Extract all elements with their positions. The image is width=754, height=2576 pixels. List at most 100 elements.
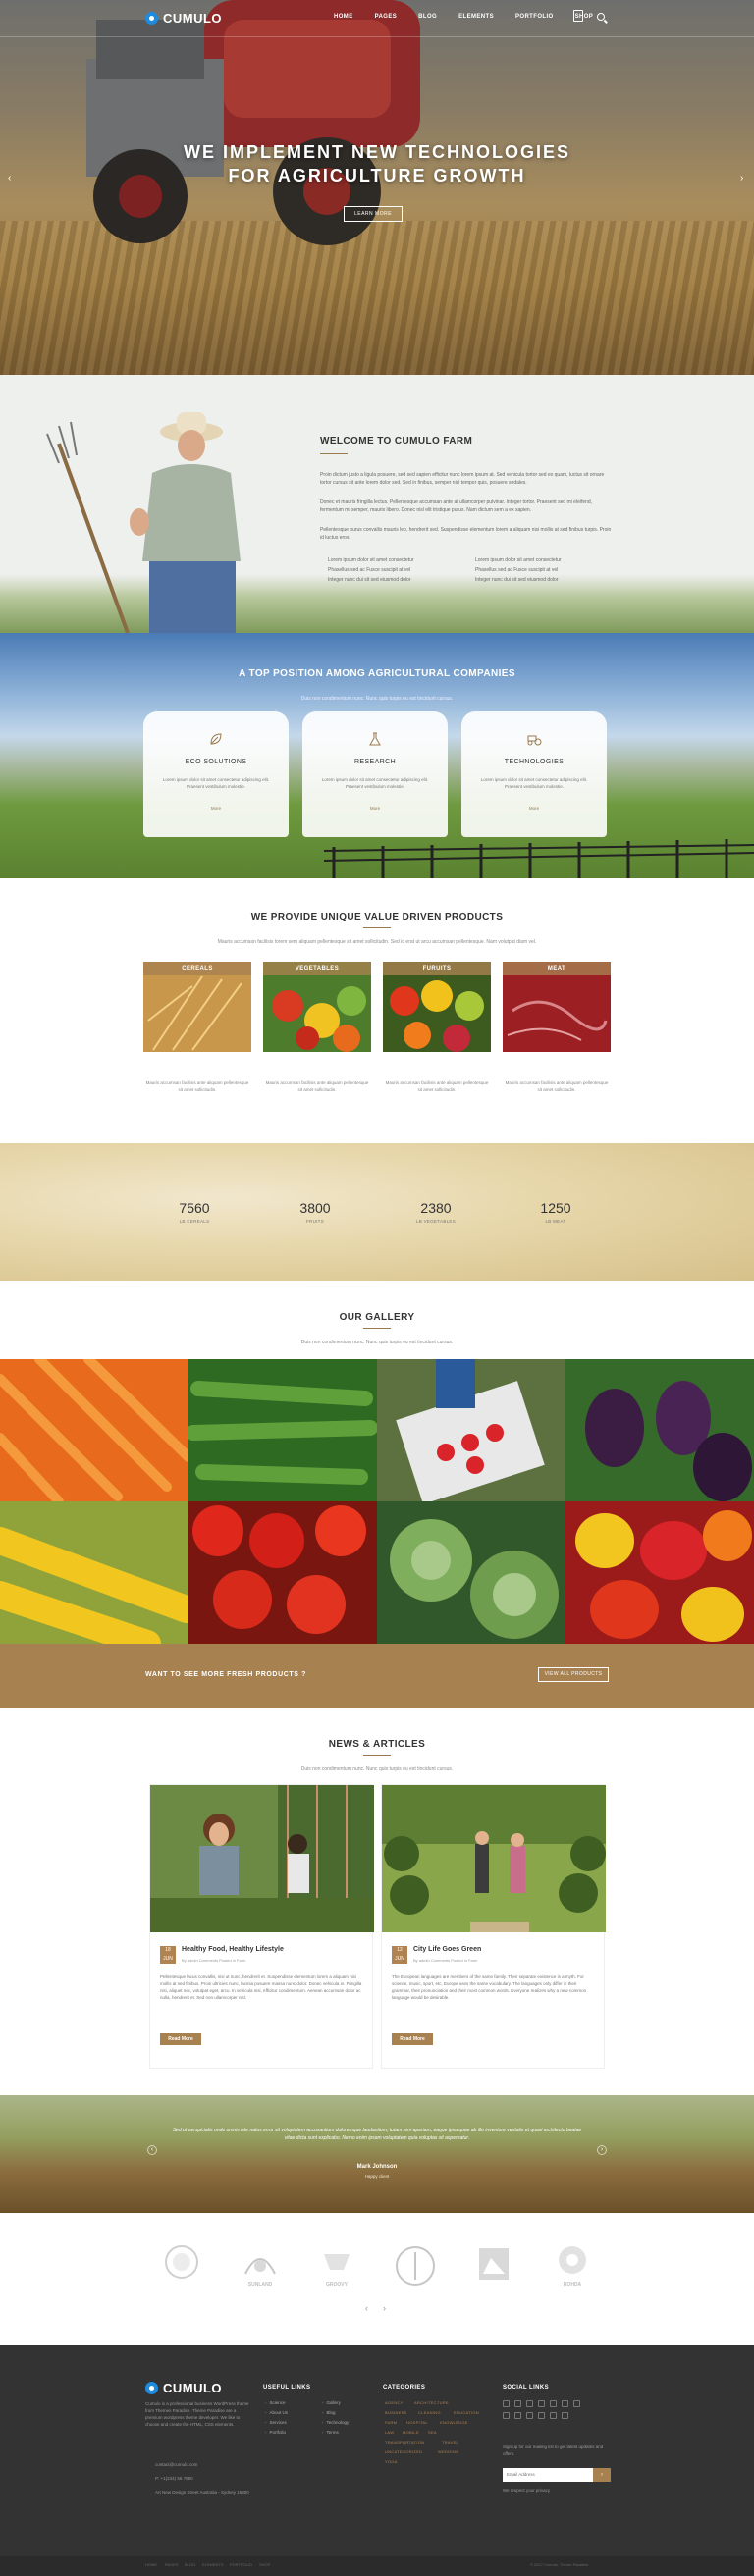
newsletter-email-input[interactable]	[503, 2468, 593, 2482]
category-tag[interactable]: BUSINESS	[385, 2410, 407, 2415]
feature-card-more-link[interactable]: More	[143, 806, 289, 811]
footer-logo[interactable]: CUMULO	[145, 2381, 222, 2395]
partner-logo[interactable]	[157, 2244, 206, 2287]
category-tag[interactable]: FARM	[385, 2420, 397, 2425]
bottom-link[interactable]: HOME	[145, 2562, 157, 2567]
article-image[interactable]	[150, 1785, 374, 1932]
category-tag[interactable]: YOGA	[385, 2459, 398, 2464]
newsletter-submit-button[interactable]: ›	[593, 2468, 611, 2482]
bottom-link[interactable]: ELEMENTS	[202, 2562, 224, 2567]
partners-prev-icon[interactable]: ‹	[365, 2303, 368, 2313]
rss-icon[interactable]	[550, 2412, 557, 2419]
products-section: WE PROVIDE UNIQUE VALUE DRIVEN PRODUCTS …	[0, 878, 754, 1143]
category-tag[interactable]: ARCHITECTURE	[414, 2400, 449, 2405]
copyright-text: © 2017 Cumulo. Theme Paradise.	[530, 2562, 590, 2567]
partners-next-icon[interactable]: ›	[383, 2303, 386, 2313]
tractor-image	[86, 0, 420, 245]
slider-next-arrow-icon[interactable]: ›	[740, 173, 743, 184]
category-tag[interactable]: TRANSPORTATION	[385, 2440, 424, 2445]
bottom-link[interactable]: BLOG	[185, 2562, 195, 2567]
gallery-image-cucumbers[interactable]	[188, 1359, 377, 1501]
feature-card-more-link[interactable]: More	[461, 806, 607, 811]
flickr-icon[interactable]	[526, 2412, 533, 2419]
article-title[interactable]: City Life Goes Green	[413, 1946, 481, 1953]
footer-link[interactable]: Terms	[322, 2430, 339, 2435]
facebook-icon[interactable]	[503, 2400, 510, 2407]
learn-more-button[interactable]: LEARN MORE	[344, 206, 403, 222]
youtube-icon[interactable]	[503, 2412, 510, 2419]
site-logo[interactable]: CUMULO	[145, 11, 222, 26]
category-tag[interactable]: SEA	[428, 2430, 437, 2435]
testimonial-next-icon[interactable]: ›	[597, 2145, 607, 2155]
read-more-button[interactable]: Read More	[160, 2033, 201, 2045]
category-tag[interactable]: EDUCATION	[454, 2410, 479, 2415]
footer-link[interactable]: Services	[265, 2420, 287, 2425]
category-tag[interactable]: LAW	[385, 2430, 394, 2435]
twitter-icon[interactable]	[514, 2400, 521, 2407]
footer-email[interactable]: contact@cumulo.com	[155, 2461, 197, 2468]
product-tile-vegetables[interactable]: VEGETABLES Mauris accumsan facilisis ant…	[263, 962, 371, 1092]
gallery-image-carrots[interactable]	[0, 1359, 188, 1501]
category-tag[interactable]: MOBILE	[403, 2430, 419, 2435]
category-tag[interactable]: HOSPITAL	[406, 2420, 428, 2425]
footer-link[interactable]: Gallery	[322, 2400, 341, 2405]
menu-item-home[interactable]: HOME	[334, 14, 353, 20]
stat-label: LB VEGETABLES	[415, 1219, 457, 1224]
menu-item-blog[interactable]: BLOG	[418, 14, 437, 20]
category-tag[interactable]: TRAVEL	[442, 2440, 458, 2445]
footer-link[interactable]: About Us	[265, 2410, 289, 2415]
article-meta: By admin Comments Posted in Farm	[413, 1958, 478, 1963]
gallery-image-eggplants[interactable]	[566, 1359, 754, 1501]
gallery-image-strawberries[interactable]	[377, 1359, 566, 1501]
partner-logo[interactable]	[469, 2244, 518, 2287]
dribbble-icon[interactable]	[573, 2400, 580, 2407]
category-tag[interactable]: AGENCY	[385, 2400, 404, 2405]
search-icon[interactable]	[597, 13, 605, 21]
bottom-link[interactable]: PORTFOLIO	[230, 2562, 252, 2567]
tumblr-icon[interactable]	[538, 2412, 545, 2419]
product-tile-meat[interactable]: MEAT Mauris accumsan facilisis ante aliq…	[503, 962, 611, 1092]
testimonial-prev-icon[interactable]: ‹	[147, 2145, 157, 2155]
bottom-link[interactable]: SHOP	[259, 2562, 270, 2567]
partner-logo-sunland[interactable]: SUNLAND	[236, 2244, 285, 2287]
welcome-title: WELCOME TO CUMULO FARM	[320, 436, 473, 447]
partner-logo-groovy[interactable]: GROOVY	[312, 2244, 361, 2287]
gallery-section: OUR GALLERY Duis non condimentum nunc. N…	[0, 1281, 754, 1644]
instagram-icon[interactable]	[514, 2412, 521, 2419]
menu-item-elements[interactable]: ELEMENTS	[458, 14, 494, 20]
partner-logo[interactable]	[391, 2244, 440, 2287]
product-tile-cereals[interactable]: CEREALS Mauris accumsan facilisis ante a…	[143, 962, 251, 1092]
gallery-image-cabbage[interactable]	[377, 1501, 566, 1644]
behance-icon[interactable]	[562, 2412, 568, 2419]
view-all-products-button[interactable]: VIEW ALL PRODUCTS	[538, 1667, 609, 1682]
read-more-button[interactable]: Read More	[392, 2033, 433, 2045]
google-plus-icon[interactable]	[526, 2400, 533, 2407]
category-tag[interactable]: KNOWLEDGE	[440, 2420, 468, 2425]
cart-icon[interactable]	[573, 10, 583, 22]
footer-link[interactable]: Portfolio	[265, 2430, 287, 2435]
footer-link[interactable]: Blog	[322, 2410, 336, 2415]
partner-logo-rohda[interactable]: ROHDA	[548, 2244, 597, 2287]
footer-link[interactable]: Science	[265, 2400, 286, 2405]
product-tile-fruits[interactable]: FURUITS Mauris accumsan facilisis ante a…	[383, 962, 491, 1092]
leaf-icon	[210, 733, 222, 745]
footer-link[interactable]: Technology	[322, 2420, 350, 2425]
gallery-image-tomatoes[interactable]	[188, 1501, 377, 1644]
menu-item-portfolio[interactable]: PORTFOLIO	[515, 14, 554, 20]
category-tag[interactable]: WEDDING	[438, 2449, 458, 2454]
article-image[interactable]	[382, 1785, 606, 1932]
category-tag[interactable]: UNCATEGORIZED	[385, 2449, 422, 2454]
category-tag[interactable]: CLEANING	[418, 2410, 441, 2415]
linkedin-icon[interactable]	[538, 2400, 545, 2407]
feature-card-more-link[interactable]: More	[302, 806, 448, 811]
menu-item-pages[interactable]: PAGES	[375, 14, 398, 20]
article-month: JUN	[163, 1956, 173, 1962]
gallery-image-corn[interactable]	[0, 1501, 188, 1644]
pinterest-icon[interactable]	[550, 2400, 557, 2407]
gallery-image-peppers[interactable]	[566, 1501, 754, 1644]
testimonial-author: Mark Johnson	[356, 2164, 398, 2170]
vimeo-icon[interactable]	[562, 2400, 568, 2407]
bottom-link[interactable]: PAGES	[165, 2562, 179, 2567]
article-title[interactable]: Healthy Food, Healthy Lifestyle	[182, 1946, 284, 1953]
slider-prev-arrow-icon[interactable]: ‹	[8, 173, 11, 184]
